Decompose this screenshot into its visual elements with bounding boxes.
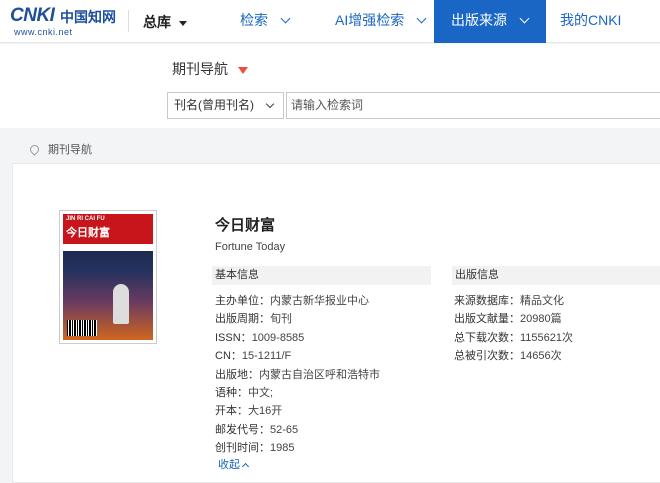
info-label: 来源数据库： [454,295,520,307]
chevron-down-icon [280,13,291,24]
info-value: 中文; [248,387,274,399]
logo-brand: CNKI [10,5,55,26]
info-value: 52-65 [270,423,299,436]
database-switch-dropdown[interactable]: 总库 [143,12,187,32]
location-pin-icon [28,143,41,156]
info-value: 1009-8585 [251,331,305,344]
journal-english-title: Fortune Today [215,241,286,253]
info-row: 总下载次数：1155621次 [454,329,573,345]
info-row: 出版周期：旬刊 [215,310,292,326]
cover-pinyin: JIN RI CAI FU [66,216,105,222]
logo-url: www.cnki.net [14,27,73,37]
info-label: CN： [215,350,242,363]
info-row: 邮发代号：52-65 [215,421,298,437]
info-label: 出版地： [215,368,259,381]
nav-ai-search[interactable]: AI增强检索 [335,0,431,43]
info-value: 内蒙古自治区呼和浩特市 [259,368,380,381]
info-row: 语种：中文; [215,384,273,400]
info-row: 开本：大16开 [215,402,282,418]
info-label: 主办单位： [215,295,270,307]
triangle-down-icon [238,66,248,74]
breadcrumb: 期刊导航 [28,141,92,157]
chevron-down-icon [416,13,427,24]
database-switch-label: 总库 [143,14,171,30]
info-value: 旬刊 [270,313,292,326]
search-field-value: 刊名(曾用刊名) [174,98,254,112]
info-row: 来源数据库：精品文化 [454,292,564,308]
cover-title: 今日财富 [66,226,110,239]
nav-publication-sources-label: 出版来源 [451,12,507,28]
search-input[interactable]: 请输入检索词 [286,92,660,119]
nav-my-cnki[interactable]: 我的CNKI [560,0,660,43]
journal-search-area: 期刊导航 刊名(曾用刊名) 请输入检索词 [0,44,660,128]
info-row: 创刊时间：1985 [215,439,294,455]
info-value: 1985 [270,442,295,455]
search-input-placeholder: 请输入检索词 [291,98,364,112]
info-row: 总被引次数：14656次 [454,347,562,363]
chevron-down-icon [265,99,275,109]
info-value: 15-1211/F [241,350,292,363]
info-label: 语种： [215,387,248,399]
logo-chinese-name: 中国知网 [60,10,116,26]
journal-detail-panel: JIN RI CAI FU 今日财富 今日财富 Fortune Today 基本… [12,163,660,483]
header-divider [128,10,129,32]
nav-search-label: 检索 [240,12,268,28]
nav-ai-search-label: AI增强检索 [335,12,405,28]
info-value: 14656次 [520,350,562,363]
basic-info-heading: 基本信息 [212,266,431,285]
search-field-select[interactable]: 刊名(曾用刊名) [167,92,284,119]
info-label: 总被引次数： [454,350,520,363]
chevron-down-icon [519,13,530,24]
breadcrumb-journal-navigation[interactable]: 期刊导航 [48,144,92,156]
collapse-button[interactable]: 收起 [218,456,250,472]
publication-info-heading: 出版信息 [452,266,660,285]
nav-publication-sources[interactable]: 出版来源 [434,0,546,43]
caret-down-icon [179,20,187,26]
info-label: 总下载次数： [454,331,520,344]
top-navigation-bar: CNKI 中国知网 www.cnki.net 总库 检索 AI增强检索 出版来源… [0,0,660,43]
nav-my-cnki-label: 我的CNKI [560,12,622,28]
info-value: 内蒙古新华报业中心 [270,295,369,307]
info-value: 1155621次 [520,331,574,344]
journal-title: 今日财富 [215,217,276,234]
info-label: ISSN： [215,331,252,344]
info-label: 出版文献量： [454,313,520,326]
barcode-icon [67,320,97,336]
info-row: ISSN：1009-8585 [215,329,304,345]
info-label: 邮发代号： [215,423,270,436]
cnki-logo[interactable]: CNKI 中国知网 www.cnki.net [10,5,118,39]
info-value: 精品文化 [520,295,564,307]
nav-search[interactable]: 检索 [240,0,324,43]
info-label: 出版周期： [215,313,270,326]
chevron-up-icon [241,462,250,471]
collapse-label: 收起 [218,459,240,471]
journal-cover-image: JIN RI CAI FU 今日财富 [59,210,157,344]
info-label: 开本： [215,405,248,418]
info-row: CN：15-1211/F [215,347,291,363]
info-row: 出版文献量：20980篇 [454,310,562,326]
info-row: 出版地：内蒙古自治区呼和浩特市 [215,366,380,382]
info-value: 20980篇 [520,313,562,326]
info-row: 主办单位：内蒙古新华报业中心 [215,292,369,308]
info-value: 大16开 [248,405,283,418]
journal-navigation-dropdown[interactable]: 期刊导航 [172,59,248,79]
journal-navigation-title: 期刊导航 [172,61,228,77]
info-label: 创刊时间： [215,442,270,455]
